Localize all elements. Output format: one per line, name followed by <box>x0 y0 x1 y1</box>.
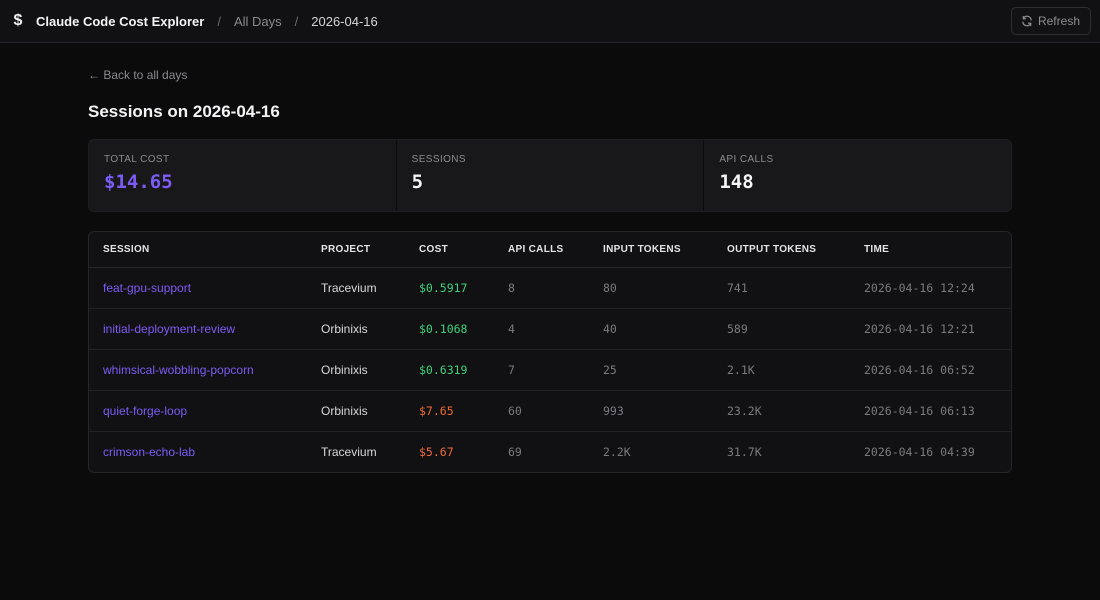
table-row[interactable]: initial-deployment-review Orbinixis $0.1… <box>89 308 1011 350</box>
stat-label: TOTAL COST <box>104 154 170 165</box>
session-link[interactable]: crimson-echo-lab <box>89 431 307 472</box>
stats-panel: TOTAL COST $14.65 SESSIONS 5 API CALLS 1… <box>88 139 1012 212</box>
project-cell: Orbinixis <box>307 390 405 432</box>
session-link[interactable]: feat-gpu-support <box>89 267 307 309</box>
cost-cell: $0.1068 <box>405 308 494 350</box>
output-tokens-cell: 741 <box>713 267 850 309</box>
table-row[interactable]: quiet-forge-loop Orbinixis $7.65 60 993 … <box>89 390 1011 432</box>
column-header-project[interactable]: PROJECT <box>307 232 405 268</box>
column-header-input-tokens[interactable]: INPUT TOKENS <box>589 232 713 268</box>
cost-cell: $7.65 <box>405 390 494 432</box>
time-cell: 2026-04-16 04:39 <box>864 444 975 459</box>
input-tokens-cell: 40 <box>589 308 713 350</box>
refresh-button[interactable]: Refresh <box>1010 7 1091 35</box>
column-header-cost[interactable]: COST <box>405 232 494 268</box>
stat-label: API CALLS <box>719 154 774 165</box>
sessions-table: SESSION PROJECT COST API CALLS INPUT TOK… <box>88 231 1012 473</box>
session-link[interactable]: quiet-forge-loop <box>89 390 307 432</box>
table-row[interactable]: crimson-echo-lab Tracevium $5.67 69 2.2K… <box>89 431 1011 472</box>
cost-cell: $0.6319 <box>405 349 494 391</box>
breadcrumb-all-days[interactable]: All Days <box>234 14 282 29</box>
cost-cell: $5.67 <box>419 444 454 459</box>
cost-cell: $0.5917 <box>405 267 494 309</box>
breadcrumb-separator: / <box>294 13 299 29</box>
time-cell: 2026-04-16 06:13 <box>850 390 1011 432</box>
api-calls-cell: 4 <box>494 308 589 350</box>
page-title: Sessions on 2026-04-16 <box>88 102 280 121</box>
table-row[interactable]: feat-gpu-support Tracevium $0.5917 8 80 … <box>89 267 1011 309</box>
time-cell: 2026-04-16 12:21 <box>850 308 1011 350</box>
column-header-session[interactable]: SESSION <box>89 232 307 268</box>
stat-label: SESSIONS <box>411 154 466 165</box>
project-cell: Tracevium <box>321 444 377 459</box>
refresh-label: Refresh <box>1037 14 1080 28</box>
breadcrumb-separator: / <box>217 13 221 29</box>
session-link[interactable]: initial-deployment-review <box>89 308 307 350</box>
api-calls-cell: 69 <box>508 444 522 459</box>
breadcrumb-current-date: 2026-04-16 <box>311 13 378 29</box>
api-calls-cell: 7 <box>494 349 589 391</box>
time-cell: 2026-04-16 12:24 <box>850 267 1011 309</box>
refresh-icon <box>1022 15 1032 27</box>
input-tokens-cell: 2.2K <box>603 444 631 459</box>
stat-api-calls: API CALLS 148 <box>704 140 1011 211</box>
api-calls-cell: 8 <box>494 267 589 309</box>
project-cell: Orbinixis <box>307 349 405 391</box>
stat-sessions: SESSIONS 5 <box>397 140 705 211</box>
stat-total-cost: TOTAL COST $14.65 <box>89 140 397 211</box>
output-tokens-cell: 23.2K <box>713 390 850 432</box>
input-tokens-cell: 80 <box>589 267 713 309</box>
input-tokens-cell: 25 <box>589 349 713 391</box>
column-header-api-calls[interactable]: API CALLS <box>494 232 589 268</box>
column-header-output-tokens[interactable]: OUTPUT TOKENS <box>713 232 850 268</box>
output-tokens-cell: 2.1K <box>713 349 850 391</box>
session-link[interactable]: whimsical-wobbling-popcorn <box>89 349 307 391</box>
project-cell: Orbinixis <box>307 308 405 350</box>
output-tokens-cell: 31.7K <box>727 444 762 459</box>
table-row[interactable]: whimsical-wobbling-popcorn Orbinixis $0.… <box>89 349 1011 391</box>
back-to-all-days-link[interactable]: ← Back to all days <box>88 68 187 82</box>
input-tokens-cell: 993 <box>589 390 713 432</box>
stat-value: 148 <box>719 171 754 193</box>
table-header-row: SESSION PROJECT COST API CALLS INPUT TOK… <box>89 232 1011 268</box>
api-calls-cell: 60 <box>494 390 589 432</box>
stat-value: $14.65 <box>104 171 173 193</box>
top-bar: $ Claude Code Cost Explorer / All Days /… <box>0 0 1100 43</box>
dollar-icon: $ <box>13 12 23 29</box>
output-tokens-cell: 589 <box>713 308 850 350</box>
project-cell: Tracevium <box>307 267 405 309</box>
stat-value: 5 <box>411 171 424 193</box>
time-cell: 2026-04-16 06:52 <box>850 349 1011 391</box>
app-title[interactable]: Claude Code Cost Explorer <box>36 14 204 29</box>
column-header-time[interactable]: TIME <box>850 232 1011 268</box>
